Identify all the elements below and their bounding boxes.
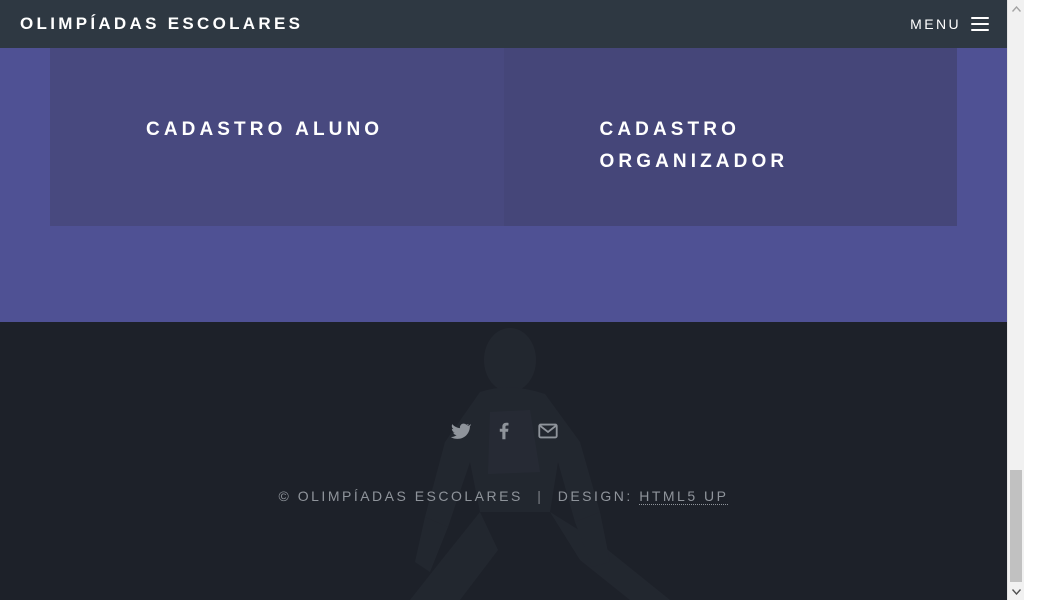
- card-cadastro-organizador[interactable]: CADASTRO ORGANIZADOR: [503, 48, 957, 226]
- card-title: CADASTRO ALUNO: [146, 119, 384, 140]
- card-cadastro-aluno[interactable]: CADASTRO ALUNO: [50, 48, 504, 226]
- social-icons: [0, 420, 1007, 442]
- envelope-icon[interactable]: [537, 420, 559, 442]
- hamburger-icon: [971, 17, 989, 31]
- copyright-line: © OLIMPÍADAS ESCOLARES | DESIGN: HTML5 U…: [0, 488, 1007, 505]
- copyright-text: © OLIMPÍADAS ESCOLARES: [278, 488, 523, 504]
- athlete-background-image: [410, 328, 670, 600]
- registration-cards: CADASTRO ALUNO CADASTRO ORGANIZADOR: [50, 48, 957, 226]
- page-viewport: OLIMPÍADAS ESCOLARES MENU CADASTRO ALUNO…: [0, 0, 1007, 600]
- card-title: CADASTRO ORGANIZADOR: [599, 119, 789, 172]
- scroll-down-arrow-icon[interactable]: [1008, 583, 1025, 600]
- site-header: OLIMPÍADAS ESCOLARES MENU: [0, 0, 1007, 48]
- site-brand[interactable]: OLIMPÍADAS ESCOLARES: [20, 14, 303, 34]
- menu-label: MENU: [910, 16, 961, 32]
- copyright-separator: |: [537, 488, 544, 504]
- design-credit-prefix: DESIGN:: [557, 488, 633, 504]
- vertical-scrollbar[interactable]: [1007, 0, 1024, 600]
- scroll-up-arrow-icon[interactable]: [1008, 0, 1025, 17]
- scrollbar-thumb[interactable]: [1010, 470, 1022, 582]
- window-margin: [1024, 0, 1042, 600]
- facebook-icon[interactable]: [493, 420, 515, 442]
- menu-button[interactable]: MENU: [910, 16, 989, 32]
- html5up-link[interactable]: HTML5 UP: [639, 488, 729, 505]
- site-footer: © OLIMPÍADAS ESCOLARES | DESIGN: HTML5 U…: [0, 322, 1007, 600]
- registration-section: CADASTRO ALUNO CADASTRO ORGANIZADOR: [0, 48, 1007, 322]
- twitter-icon[interactable]: [449, 420, 472, 442]
